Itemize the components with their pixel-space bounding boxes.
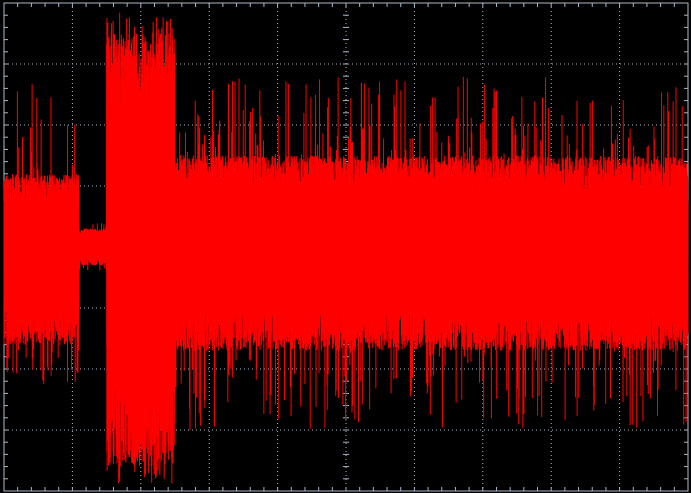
oscilloscope-plot [0,0,691,493]
